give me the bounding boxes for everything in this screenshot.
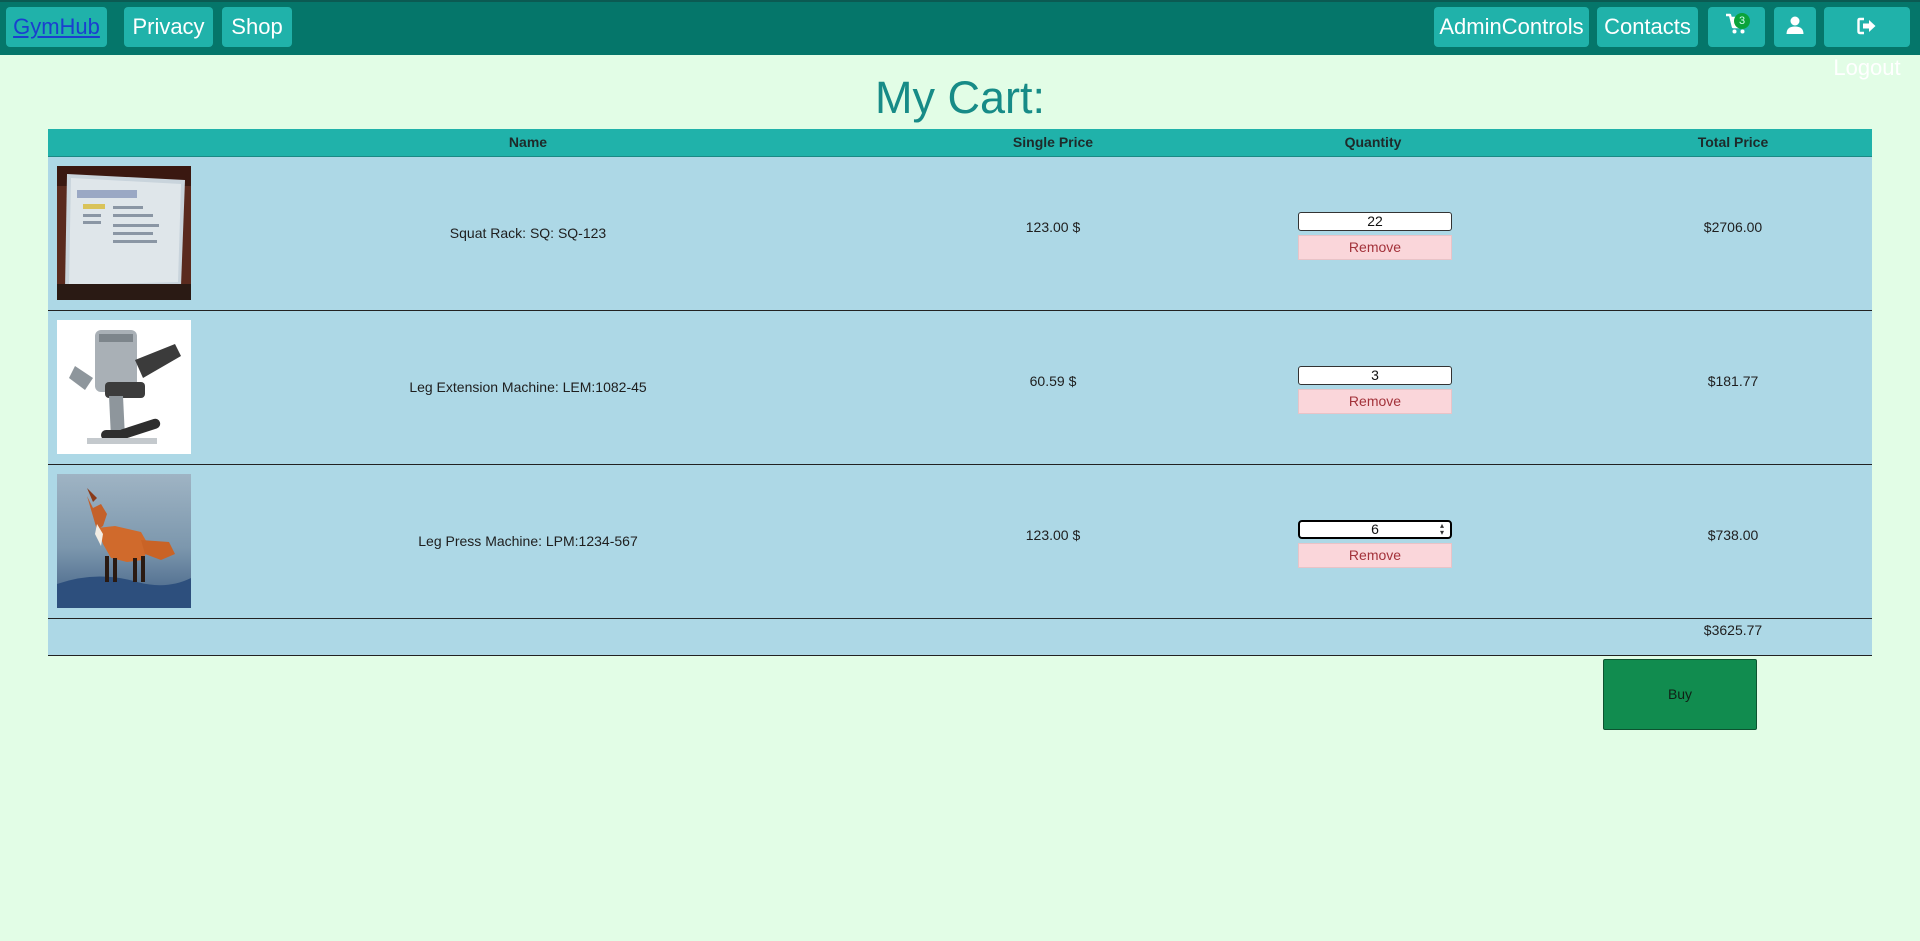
- table-header: Name Single Price Quantity Total Price: [48, 129, 1872, 157]
- header-quantity: Quantity: [1344, 134, 1402, 150]
- grand-total: $3625.77: [1703, 622, 1763, 638]
- leg-press-image: [57, 474, 191, 608]
- admin-controls-button[interactable]: AdminControls: [1434, 7, 1589, 47]
- single-price: 123.00 $: [1025, 219, 1081, 235]
- contacts-button[interactable]: Contacts: [1597, 7, 1698, 47]
- shop-button[interactable]: Shop: [222, 7, 292, 47]
- quantity-value: 6: [1371, 521, 1379, 537]
- grand-total-row: $3625.77: [48, 619, 1872, 656]
- header-single-price: Single Price: [1012, 134, 1094, 150]
- spinner-arrows-icon[interactable]: ▴ ▾: [1440, 522, 1444, 537]
- product-name: Leg Press Machine: LPM:1234-567: [418, 533, 638, 549]
- sign-out-icon: [1857, 8, 1877, 48]
- navbar: GymHub Privacy Shop AdminControls Contac…: [0, 0, 1920, 80]
- table-row: Squat Rack: SQ: SQ-123 123.00 $ 22 Remov…: [48, 157, 1872, 311]
- cart-table: Name Single Price Quantity Total Price S…: [48, 129, 1872, 656]
- account-button[interactable]: [1774, 7, 1816, 47]
- product-name: Squat Rack: SQ: SQ-123: [449, 225, 607, 241]
- remove-button[interactable]: Remove: [1298, 543, 1452, 568]
- quantity-input[interactable]: 3: [1298, 366, 1452, 385]
- leg-extension-image: [57, 320, 191, 454]
- squat-rack-image: [57, 166, 191, 300]
- remove-button[interactable]: Remove: [1298, 389, 1452, 414]
- single-price: 60.59 $: [1029, 373, 1077, 389]
- product-name: Leg Extension Machine: LEM:1082-45: [409, 379, 647, 395]
- single-price: 123.00 $: [1025, 527, 1081, 543]
- cart-button[interactable]: 3: [1708, 7, 1765, 47]
- remove-button[interactable]: Remove: [1298, 235, 1452, 260]
- privacy-button[interactable]: Privacy: [124, 7, 213, 47]
- quantity-input[interactable]: 22: [1298, 212, 1452, 231]
- user-icon: [1785, 8, 1805, 48]
- table-row: Leg Extension Machine: LEM:1082-45 60.59…: [48, 311, 1872, 465]
- row-total: $738.00: [1707, 527, 1759, 543]
- buy-button[interactable]: Buy: [1603, 659, 1757, 730]
- row-total: $181.77: [1707, 373, 1759, 389]
- header-name: Name: [508, 134, 548, 150]
- brand-link[interactable]: GymHub: [6, 7, 107, 47]
- quantity-input[interactable]: 6 ▴ ▾: [1298, 520, 1452, 539]
- table-row: Leg Press Machine: LPM:1234-567 123.00 $…: [48, 465, 1872, 619]
- page-title: My Cart:: [874, 72, 1045, 123]
- cart-count-badge: 3: [1734, 13, 1750, 29]
- logout-button[interactable]: Logout: [1824, 7, 1910, 80]
- header-total-price: Total Price: [1697, 134, 1769, 150]
- row-total: $2706.00: [1703, 219, 1763, 235]
